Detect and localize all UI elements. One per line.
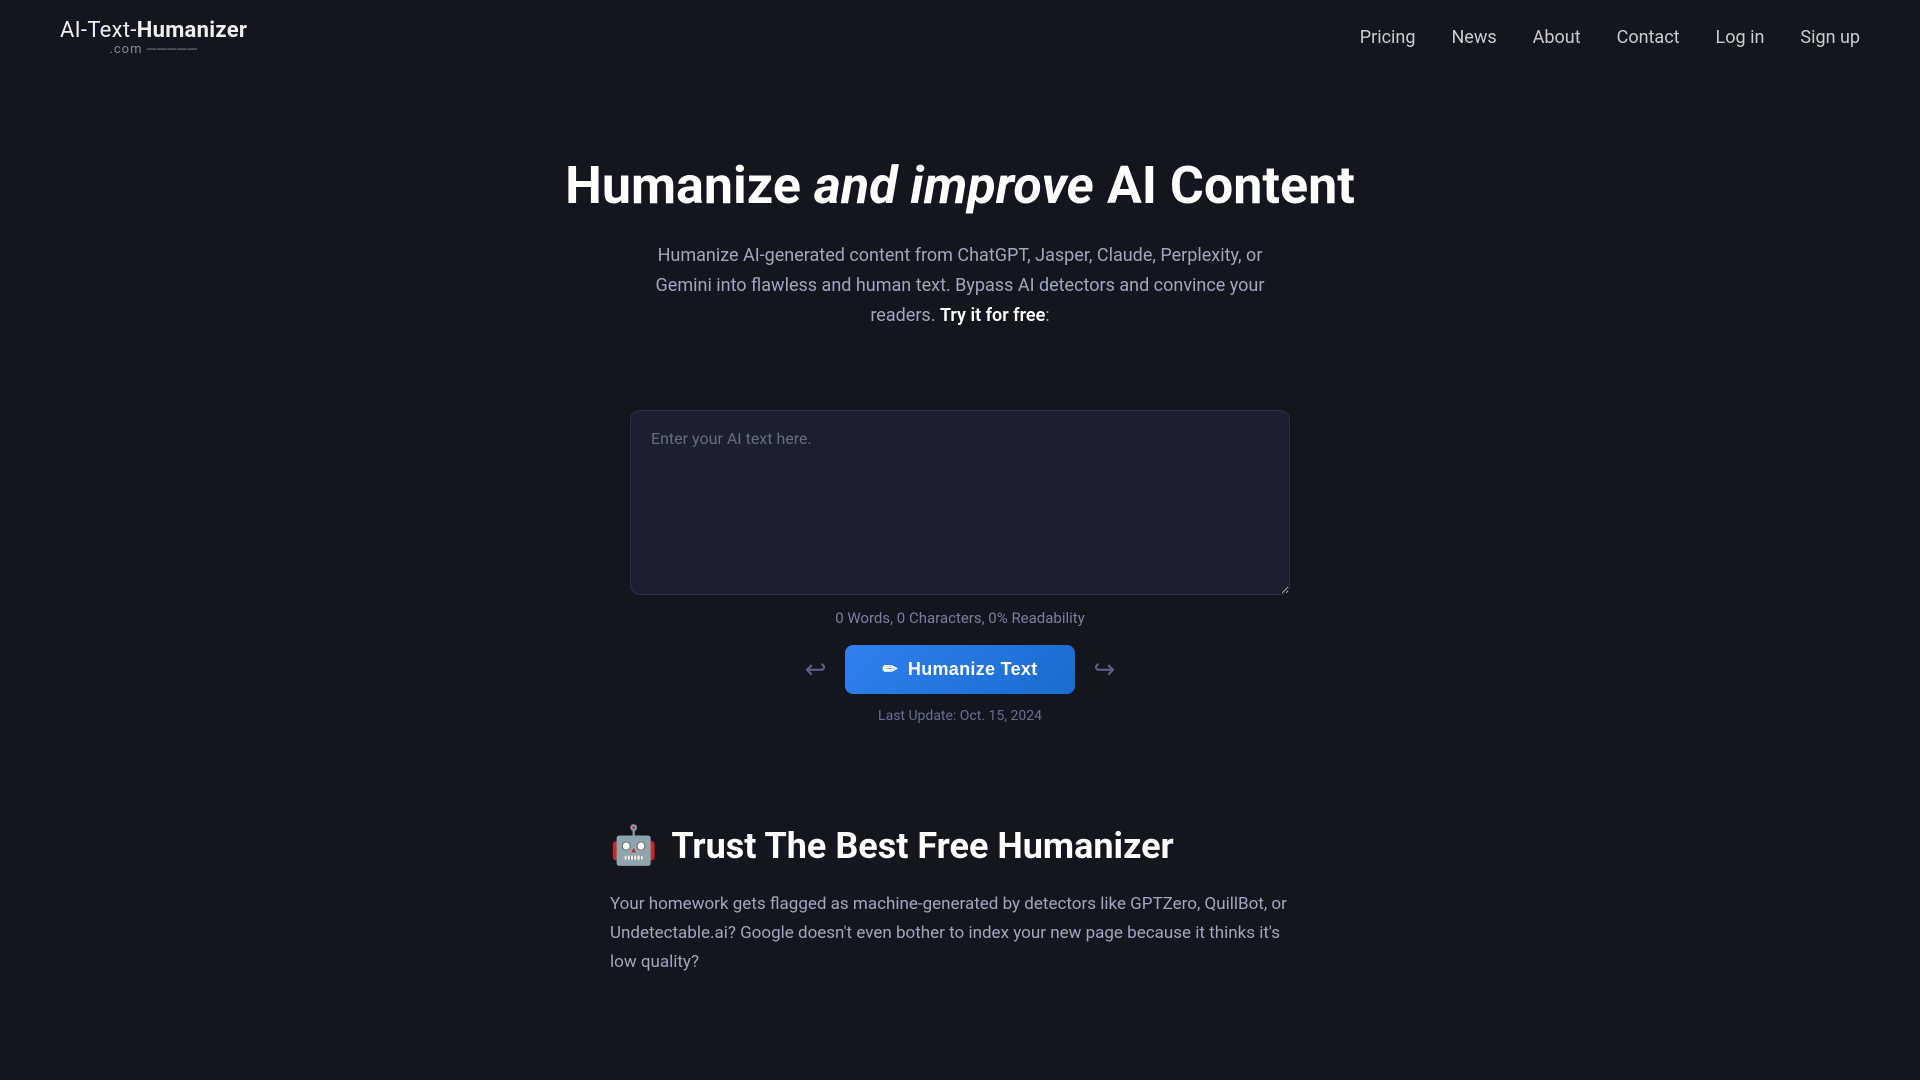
site-logo[interactable]: AI-Text-Humanizer .com ───── xyxy=(60,18,247,57)
text-tool: 0 Words, 0 Characters, 0% Readability ↩ … xyxy=(610,410,1310,724)
logo-dot: .com ───── xyxy=(60,41,247,57)
arrow-right-icon[interactable]: ↪ xyxy=(1093,655,1115,685)
hero-description: Humanize AI-generated content from ChatG… xyxy=(650,241,1270,330)
action-row: ↩ ✏ Humanize Text ↪ xyxy=(630,645,1290,694)
trust-heading: 🤖 Trust The Best Free Humanizer xyxy=(610,824,1310,868)
site-header: AI-Text-Humanizer .com ───── Pricing New… xyxy=(0,0,1920,75)
nav-about[interactable]: About xyxy=(1533,27,1581,48)
hero-section: Humanize and improve AI Content Humanize… xyxy=(510,75,1410,370)
pen-icon: ✏ xyxy=(883,659,898,680)
humanize-button[interactable]: ✏ Humanize Text xyxy=(845,645,1076,694)
nav-login[interactable]: Log in xyxy=(1716,27,1765,48)
robot-icon: 🤖 xyxy=(610,824,657,868)
stats-bar: 0 Words, 0 Characters, 0% Readability xyxy=(630,609,1290,627)
arrow-left-icon[interactable]: ↩ xyxy=(805,655,827,685)
logo-text: AI-Text-Humanizer xyxy=(60,18,247,43)
main-nav: Pricing News About Contact Log in Sign u… xyxy=(1360,27,1860,48)
nav-contact[interactable]: Contact xyxy=(1617,27,1680,48)
nav-news[interactable]: News xyxy=(1451,27,1496,48)
nav-pricing[interactable]: Pricing xyxy=(1360,27,1416,48)
trust-body: Your homework gets flagged as machine-ge… xyxy=(610,890,1310,977)
hero-title: Humanize and improve AI Content xyxy=(530,155,1390,217)
nav-signup[interactable]: Sign up xyxy=(1800,27,1860,48)
humanize-button-label: Humanize Text xyxy=(908,659,1038,680)
last-update: Last Update: Oct. 15, 2024 xyxy=(630,708,1290,724)
trust-section: 🤖 Trust The Best Free Humanizer Your hom… xyxy=(580,824,1340,977)
ai-text-input[interactable] xyxy=(630,410,1290,595)
